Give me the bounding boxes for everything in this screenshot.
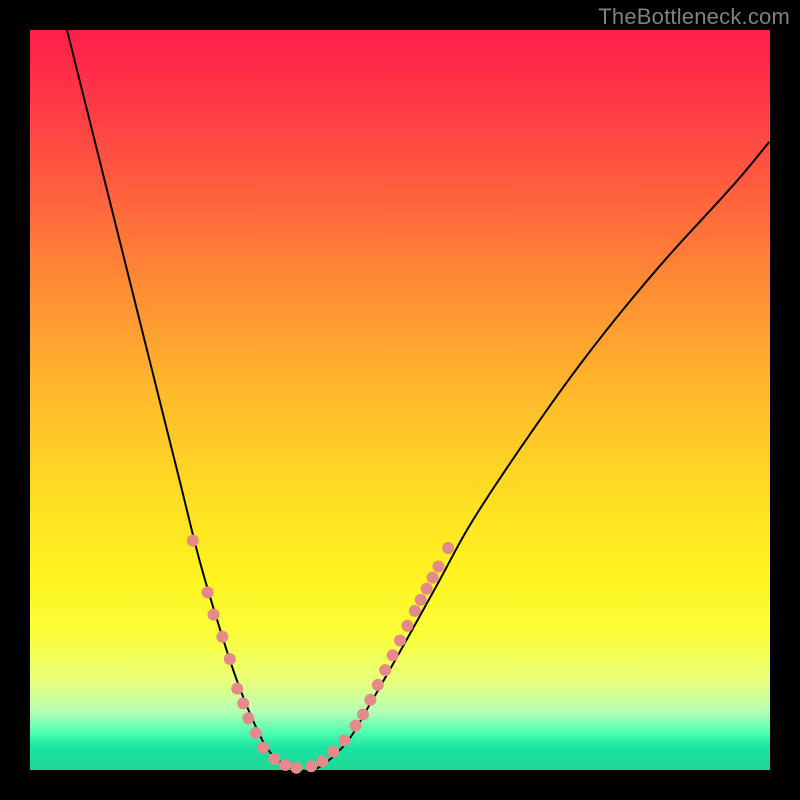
data-dot — [442, 542, 454, 554]
plot-area — [30, 30, 770, 770]
data-dot — [394, 635, 406, 647]
data-dot — [268, 753, 280, 765]
data-dot — [401, 620, 413, 632]
data-dot — [409, 605, 421, 617]
data-dot — [327, 746, 339, 758]
data-dot — [216, 631, 228, 643]
data-dot — [387, 649, 399, 661]
data-dot — [290, 762, 302, 774]
data-dot — [364, 694, 376, 706]
data-dot — [224, 653, 236, 665]
data-dot — [237, 697, 249, 709]
curve-layer — [67, 30, 769, 771]
outer-frame: TheBottleneck.com — [0, 0, 800, 800]
data-dot — [257, 742, 269, 754]
data-dot — [202, 586, 214, 598]
data-dot — [250, 727, 262, 739]
dots-layer — [187, 535, 454, 774]
bottleneck-curve — [67, 30, 769, 771]
data-dot — [372, 679, 384, 691]
data-dot — [379, 664, 391, 676]
data-dot — [421, 583, 433, 595]
data-dot — [242, 712, 254, 724]
data-dot — [208, 609, 220, 621]
data-dot — [350, 720, 362, 732]
data-dot — [231, 683, 243, 695]
chart-svg — [30, 30, 770, 770]
data-dot — [305, 760, 317, 772]
data-dot — [357, 709, 369, 721]
data-dot — [339, 734, 351, 746]
data-dot — [415, 594, 427, 606]
data-dot — [187, 535, 199, 547]
data-dot — [427, 572, 439, 584]
data-dot — [432, 561, 444, 573]
data-dot — [316, 755, 328, 767]
watermark-text: TheBottleneck.com — [598, 4, 790, 30]
data-dot — [279, 759, 291, 771]
